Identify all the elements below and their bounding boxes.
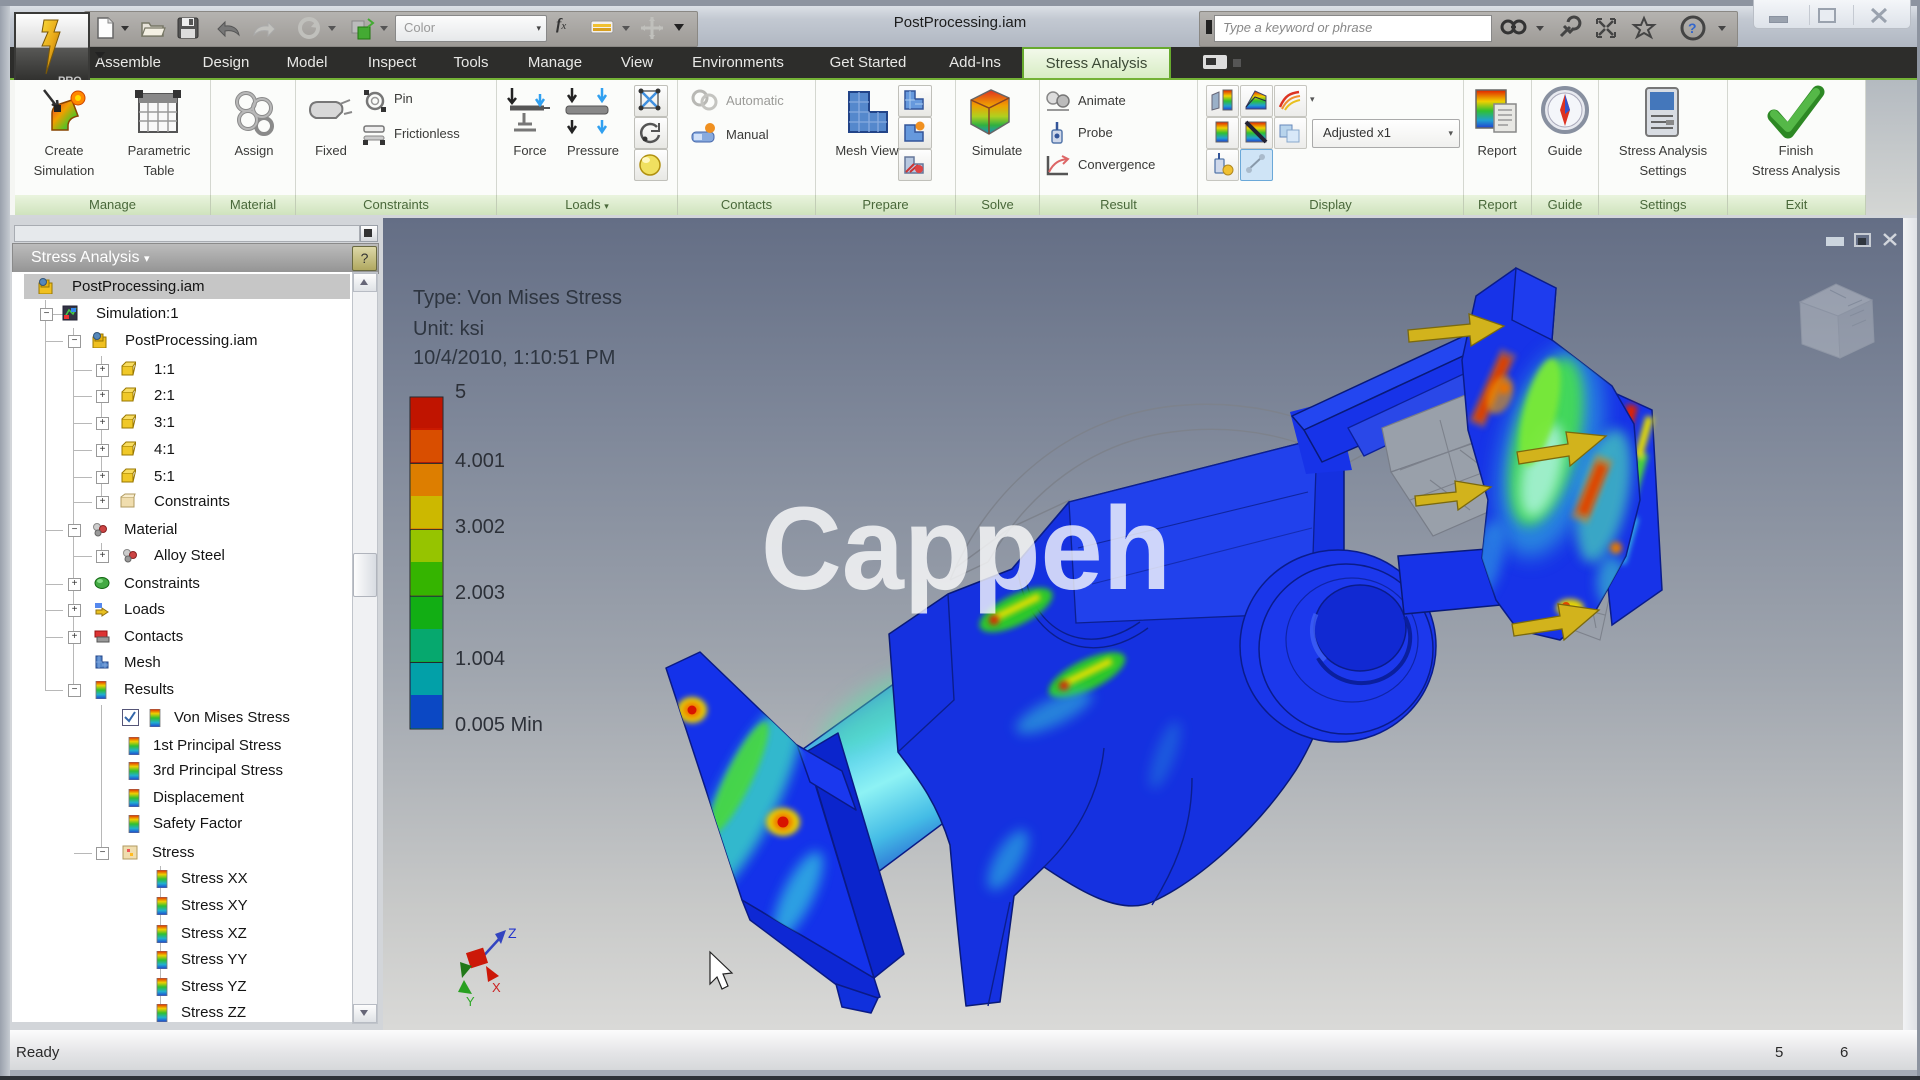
svg-text:10/4/2010, 1:10:51 PM: 10/4/2010, 1:10:51 PM [413, 347, 615, 369]
svg-text:Unit: ksi: Unit: ksi [413, 318, 484, 340]
svg-text:Type: Von Mises Stress: Type: Von Mises Stress [413, 287, 622, 309]
svg-text:Z: Z [508, 925, 517, 941]
svg-text:2.003: 2.003 [455, 582, 505, 604]
svg-text:Cappeh: Cappeh [761, 483, 1171, 615]
svg-text:3.002: 3.002 [455, 516, 505, 538]
svg-text:4.001: 4.001 [455, 450, 505, 472]
svg-text:1.004: 1.004 [455, 648, 505, 670]
svg-text:0.005 Min: 0.005 Min [455, 714, 543, 736]
svg-text:5: 5 [455, 381, 466, 403]
svg-text:X: X [492, 980, 501, 995]
svg-text:?: ? [1688, 20, 1697, 36]
svg-text:Y: Y [466, 994, 475, 1009]
